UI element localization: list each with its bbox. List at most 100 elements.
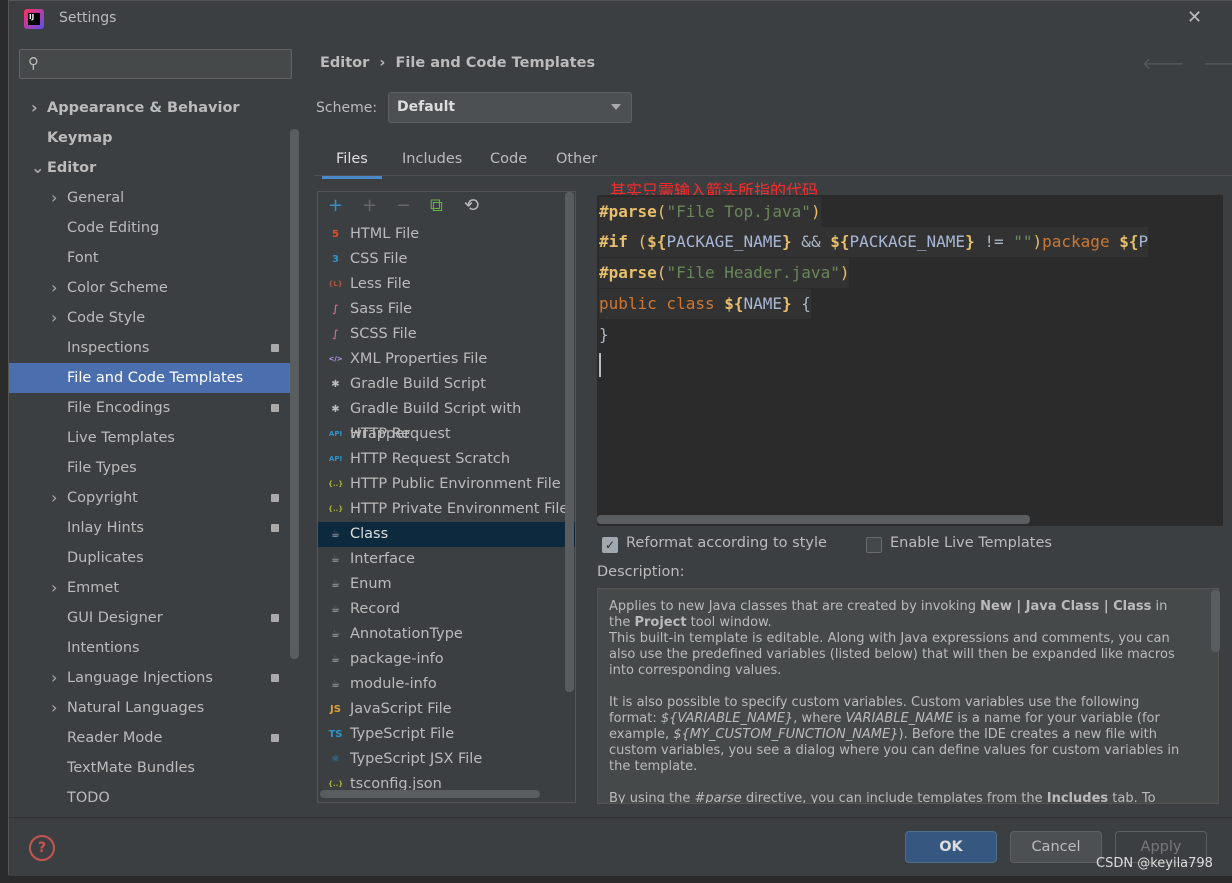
- project-settings-icon: [271, 674, 279, 682]
- search-input[interactable]: ⚲: [19, 49, 292, 79]
- sidebar-item-label: Language Injections: [67, 670, 213, 686]
- sidebar-item-reader-mode[interactable]: Reader Mode: [9, 723, 291, 753]
- help-icon[interactable]: ?: [29, 835, 55, 861]
- sidebar-item-general[interactable]: › General: [9, 183, 291, 213]
- less-icon: {L}: [328, 280, 343, 288]
- sidebar-item-appearance-behavior[interactable]: › Appearance & Behavior: [9, 93, 291, 123]
- template-item[interactable]: {..} HTTP Private Environment File: [318, 497, 575, 522]
- template-item-label: JavaScript File: [350, 701, 452, 717]
- sidebar-item-editor[interactable]: ⌄ Editor: [9, 153, 291, 183]
- list-scrollbar[interactable]: [565, 192, 574, 692]
- template-item[interactable]: API HTTP Request: [318, 422, 575, 447]
- template-item[interactable]: 5 HTML File: [318, 222, 575, 247]
- scheme-value: Default: [397, 99, 456, 115]
- forward-arrow-icon[interactable]: 🡒: [1203, 54, 1232, 73]
- project-settings-icon: [271, 404, 279, 412]
- sidebar-item-intentions[interactable]: Intentions: [9, 633, 291, 663]
- remove-icon[interactable]: −: [396, 195, 411, 216]
- description-scrollbar[interactable]: [1211, 590, 1220, 652]
- breadcrumb-separator: ›: [379, 55, 386, 71]
- chevron-right-icon[interactable]: ›: [51, 693, 57, 723]
- sidebar-item-live-templates[interactable]: Live Templates: [9, 423, 291, 453]
- template-item[interactable]: TS TypeScript File: [318, 722, 575, 747]
- sidebar-item-code-style[interactable]: › Code Style: [9, 303, 291, 333]
- template-item[interactable]: ☕ AnnotationType: [318, 622, 575, 647]
- template-item[interactable]: ☕ Record: [318, 597, 575, 622]
- close-icon[interactable]: ✕: [1187, 7, 1202, 28]
- chevron-right-icon[interactable]: ›: [51, 573, 57, 603]
- chevron-right-icon[interactable]: ›: [31, 93, 38, 123]
- project-settings-icon: [271, 494, 279, 502]
- template-item[interactable]: API HTTP Request Scratch: [318, 447, 575, 472]
- sidebar-item-label: Code Style: [67, 310, 146, 326]
- list-horizontal-scrollbar[interactable]: [320, 790, 540, 798]
- template-item[interactable]: ☕ Enum: [318, 572, 575, 597]
- template-item-label: HTTP Request: [350, 426, 451, 442]
- sidebar-item-file-encodings[interactable]: File Encodings: [9, 393, 291, 423]
- sidebar-scrollbar[interactable]: [290, 129, 299, 659]
- chevron-down-icon[interactable]: ⌄: [31, 153, 44, 183]
- live-templates-checkbox[interactable]: [866, 537, 882, 553]
- sidebar-item-color-scheme[interactable]: › Color Scheme: [9, 273, 291, 303]
- chevron-right-icon[interactable]: ›: [51, 663, 57, 693]
- chevron-right-icon[interactable]: ›: [51, 483, 57, 513]
- template-item[interactable]: ⚛ TypeScript JSX File: [318, 747, 575, 772]
- template-item[interactable]: 3 CSS File: [318, 247, 575, 272]
- sidebar-item-copyright[interactable]: › Copyright: [9, 483, 291, 513]
- sidebar-item-label: Code Editing: [67, 220, 160, 236]
- sidebar-item-textmate-bundles[interactable]: TextMate Bundles: [9, 753, 291, 783]
- template-item[interactable]: ☕ Class: [318, 522, 575, 547]
- add-child-icon[interactable]: +: [362, 195, 377, 216]
- sidebar-item-gui-designer[interactable]: GUI Designer: [9, 603, 291, 633]
- reset-icon[interactable]: ⟲: [464, 195, 479, 216]
- breadcrumb-parent[interactable]: Editor: [320, 55, 369, 71]
- reformat-label[interactable]: Reformat according to style: [626, 535, 827, 551]
- add-icon[interactable]: +: [328, 195, 343, 216]
- reformat-checkbox[interactable]: ✓: [602, 537, 618, 553]
- template-item[interactable]: ✱ Gradle Build Script: [318, 372, 575, 397]
- chevron-right-icon[interactable]: ›: [51, 183, 57, 213]
- template-code-editor[interactable]: #parse("File Top.java") #if (${PACKAGE_N…: [597, 195, 1223, 526]
- dialog-footer: ? OK Cancel Apply: [9, 817, 1232, 876]
- template-item[interactable]: ✱ Gradle Build Script with wrapper: [318, 397, 575, 442]
- live-templates-label[interactable]: Enable Live Templates: [890, 535, 1052, 551]
- sidebar-item-font[interactable]: Font: [9, 243, 291, 273]
- sidebar-item-todo[interactable]: TODO: [9, 783, 291, 813]
- sidebar-item-code-editing[interactable]: Code Editing: [9, 213, 291, 243]
- sidebar-item-natural-languages[interactable]: › Natural Languages: [9, 693, 291, 723]
- template-item[interactable]: </> XML Properties File: [318, 347, 575, 372]
- sidebar-item-file-types[interactable]: File Types: [9, 453, 291, 483]
- template-item-label: Interface: [350, 551, 415, 567]
- template-item[interactable]: ☕ Interface: [318, 547, 575, 572]
- template-item[interactable]: ∫ Sass File: [318, 297, 575, 322]
- sidebar-item-duplicates[interactable]: Duplicates: [9, 543, 291, 573]
- template-item[interactable]: ∫ SCSS File: [318, 322, 575, 347]
- sidebar-item-inlay-hints[interactable]: Inlay Hints: [9, 513, 291, 543]
- sidebar-item-language-injections[interactable]: › Language Injections: [9, 663, 291, 693]
- template-item-label: TypeScript JSX File: [350, 751, 483, 767]
- template-item[interactable]: {L} Less File: [318, 272, 575, 297]
- java-icon: ☕: [331, 604, 340, 615]
- template-item[interactable]: ☕ module-info: [318, 672, 575, 697]
- sidebar-item-label: Reader Mode: [67, 730, 163, 746]
- sidebar-item-keymap[interactable]: Keymap: [9, 123, 291, 153]
- sidebar-item-emmet[interactable]: › Emmet: [9, 573, 291, 603]
- template-item[interactable]: ☕ package-info: [318, 647, 575, 672]
- sidebar-item-inspections[interactable]: Inspections: [9, 333, 291, 363]
- sidebar-item-file-and-code-templates[interactable]: File and Code Templates: [9, 363, 291, 393]
- back-arrow-icon[interactable]: 🡐: [1142, 54, 1203, 73]
- chevron-right-icon[interactable]: ›: [51, 303, 57, 333]
- template-item[interactable]: {..} HTTP Public Environment File: [318, 472, 575, 497]
- gradle-icon: ✱: [331, 379, 340, 390]
- scss-icon: ∫: [332, 329, 339, 340]
- cancel-button[interactable]: Cancel: [1010, 831, 1102, 863]
- template-item[interactable]: JS JavaScript File: [318, 697, 575, 722]
- json-icon: {..}: [328, 480, 344, 488]
- ok-button[interactable]: OK: [905, 831, 997, 863]
- editor-horizontal-scrollbar[interactable]: [597, 515, 1030, 524]
- template-item-label: HTTP Private Environment File: [350, 501, 569, 517]
- copy-icon[interactable]: ⧉: [430, 195, 443, 216]
- scheme-dropdown[interactable]: Default: [388, 92, 632, 123]
- sidebar-item-label: GUI Designer: [67, 610, 163, 626]
- chevron-right-icon[interactable]: ›: [51, 273, 57, 303]
